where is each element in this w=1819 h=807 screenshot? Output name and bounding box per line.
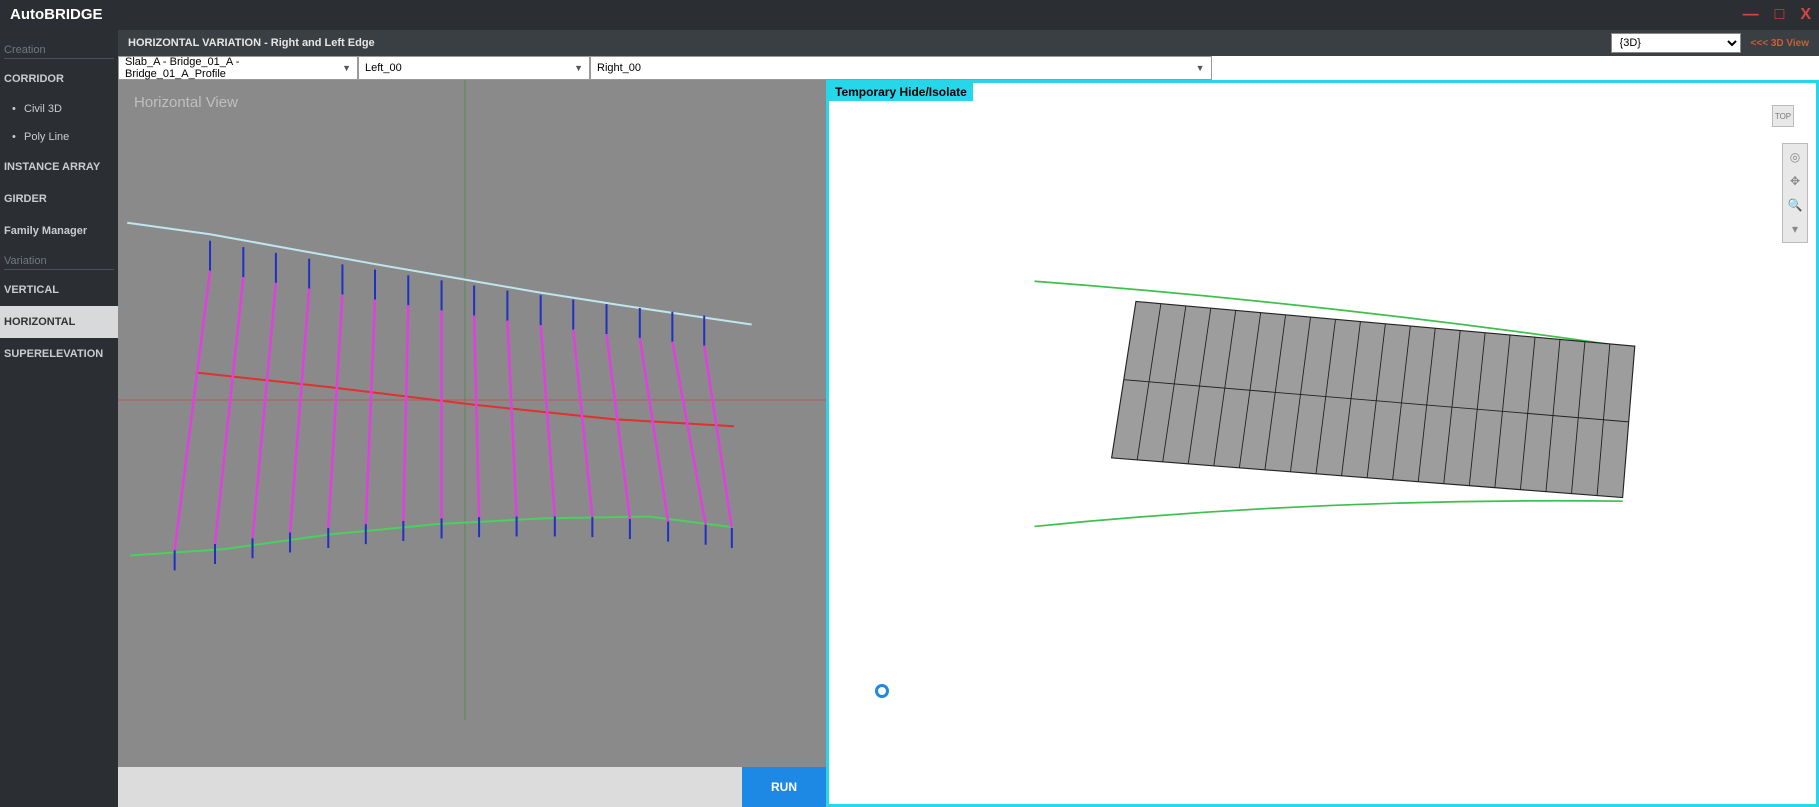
horizontal-view-canvas	[118, 80, 826, 720]
chevron-down-icon: ▼	[574, 63, 583, 73]
sidebar-item-vertical[interactable]: VERTICAL	[0, 274, 118, 306]
sidebar: Creation CORRIDOR Civil 3D Poly Line INS…	[0, 30, 118, 807]
page-title: HORIZONTAL VARIATION - Right and Left Ed…	[128, 37, 375, 49]
left-edge-value: Left_00	[365, 62, 402, 74]
view-selector[interactable]: {3D}	[1611, 33, 1741, 53]
origin-marker-icon	[875, 684, 889, 698]
left-edge-dropdown[interactable]: Left_00 ▼	[358, 56, 590, 80]
dropdown-row: Slab_A - Bridge_01_A - Bridge_01_A_Profi…	[118, 56, 1819, 80]
run-bar: RUN	[118, 767, 826, 807]
sidebar-item-instance-array[interactable]: INSTANCE ARRAY	[0, 151, 118, 183]
maximize-icon[interactable]: □	[1775, 0, 1785, 30]
back-3d-view-button[interactable]: <<< 3D View	[1751, 38, 1809, 49]
chevron-down-icon: ▼	[1196, 63, 1205, 73]
sidebar-item-horizontal[interactable]: HORIZONTAL	[0, 306, 118, 338]
horizontal-view-panel[interactable]: Horizontal View RUN	[118, 80, 826, 807]
sidebar-section-creation: Creation	[0, 36, 118, 63]
window-controls: — □ X	[1743, 0, 1811, 30]
profile-dropdown[interactable]: Slab_A - Bridge_01_A - Bridge_01_A_Profi…	[118, 56, 358, 80]
app-title: AutoBRIDGE	[10, 6, 103, 23]
header-bar: HORIZONTAL VARIATION - Right and Left Ed…	[118, 30, 1819, 56]
three-d-canvas	[829, 83, 1816, 804]
sidebar-subitem-civil3d[interactable]: Civil 3D	[0, 95, 118, 123]
chevron-down-icon: ▼	[342, 63, 351, 73]
minimize-icon[interactable]: —	[1743, 0, 1759, 30]
sidebar-subitem-polyline[interactable]: Poly Line	[0, 123, 118, 151]
close-icon[interactable]: X	[1800, 0, 1811, 30]
main: HORIZONTAL VARIATION - Right and Left Ed…	[118, 30, 1819, 807]
right-edge-value: Right_00	[597, 62, 641, 74]
sidebar-item-corridor[interactable]: CORRIDOR	[0, 63, 118, 95]
run-button[interactable]: RUN	[742, 767, 826, 807]
dropdown-spacer	[1212, 56, 1819, 80]
sidebar-item-superelevation[interactable]: SUPERELEVATION	[0, 338, 118, 370]
sidebar-item-family-manager[interactable]: Family Manager	[0, 215, 118, 247]
app-title-bar: AutoBRIDGE — □ X	[0, 0, 1819, 30]
three-d-panel[interactable]: Temporary Hide/Isolate TOP ◎ ✥ 🔍 ▾	[826, 80, 1819, 807]
sidebar-item-girder[interactable]: GIRDER	[0, 183, 118, 215]
profile-dropdown-value: Slab_A - Bridge_01_A - Bridge_01_A_Profi…	[125, 56, 336, 80]
right-edge-dropdown[interactable]: Right_00 ▼	[590, 56, 1212, 80]
sidebar-section-variation: Variation	[0, 247, 118, 274]
